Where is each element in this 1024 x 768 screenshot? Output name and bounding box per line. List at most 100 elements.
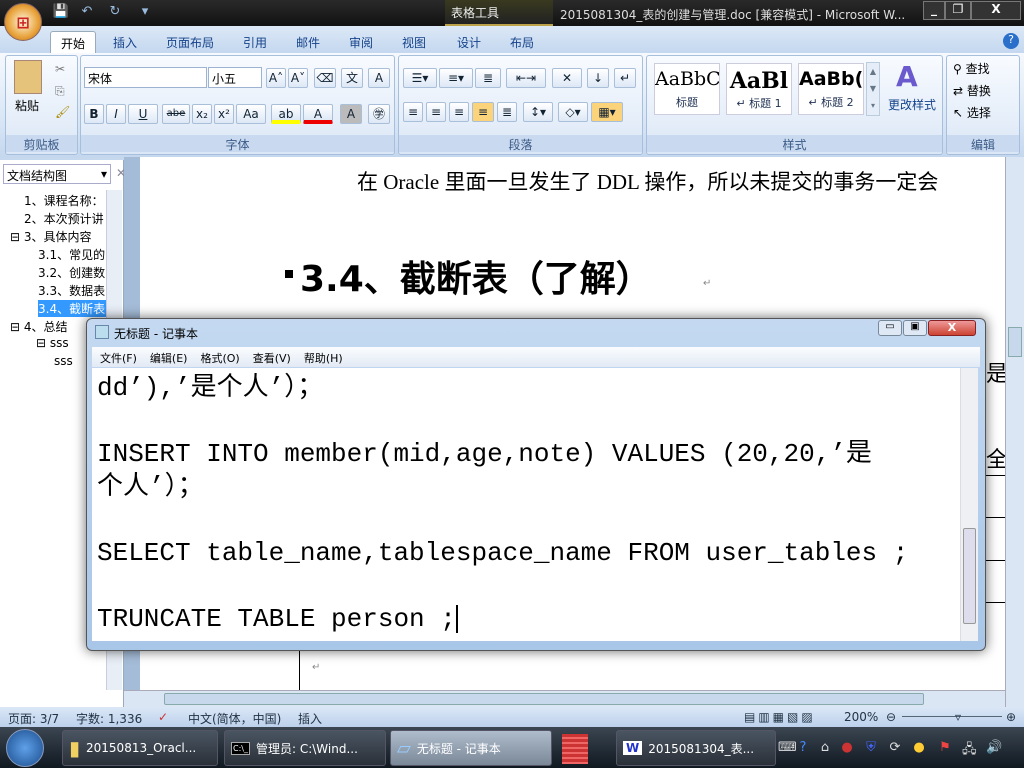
phonetic-guide-icon[interactable]: 文 [341,68,363,88]
taskbar-explorer[interactable]: ▮ 20150813_Oracl... [62,730,218,766]
taskbar-word[interactable]: W 2015081304_表... [616,730,776,766]
tab-mailings[interactable]: 邮件 [296,31,320,53]
distribute-icon[interactable]: ≣ [497,102,517,122]
highlight-icon[interactable]: ab [271,104,301,124]
style-title[interactable]: AaBbC 标题 [654,63,720,115]
zoom-level[interactable]: 200% [844,710,878,724]
shading-icon[interactable]: ◇▾ [558,102,588,122]
show-marks-icon[interactable]: ↵ [614,68,636,88]
notepad-text-area[interactable]: dd’),’是个人’）； INSERT INTO member(mid,age,n… [92,368,960,641]
volume-icon[interactable]: 🔊 [986,740,1002,756]
help-tray-icon[interactable]: ? [796,740,810,756]
char-border-icon[interactable]: A [368,68,390,88]
paste-button[interactable]: 粘贴 [15,97,39,114]
tab-home[interactable]: 开始 [50,31,97,53]
horizontal-scrollbar[interactable] [124,690,1005,707]
nav-item[interactable]: 3.4、截断表 [38,300,106,317]
insert-mode[interactable]: 插入 [298,710,322,727]
tab-review[interactable]: 审阅 [349,31,373,53]
strikethrough-button[interactable]: abe [162,104,190,124]
indent-icon[interactable]: ⇤⇥ [506,68,546,88]
zoom-out-icon[interactable]: ⊖ [886,710,896,724]
scroll-thumb[interactable] [963,528,976,624]
cut-icon[interactable]: ✂ [55,62,65,76]
start-button[interactable] [6,729,44,767]
document-map-select[interactable]: 文档结构图 ▾ [3,164,111,184]
styles-scroll[interactable]: ▲ ▼ ▾ [866,62,880,116]
menu-view[interactable]: 查看(V) [253,350,291,365]
bold-button[interactable]: B [84,104,104,124]
keyboard-icon[interactable]: ⌨ [778,740,797,756]
help-icon[interactable]: ? [1003,33,1019,49]
zoom-in-icon[interactable]: ⊕ [1006,710,1016,724]
tab-view[interactable]: 视图 [402,31,426,53]
style-heading-1[interactable]: AaBl ↵ 标题 1 [726,63,792,115]
redo-icon[interactable]: ↻ [106,4,124,22]
customize-toolbar-icon[interactable]: ▾ [136,4,154,22]
restore-button[interactable]: ❐ [945,1,971,20]
tab-insert[interactable]: 插入 [113,31,137,53]
notepad-minimize-button[interactable]: ▭ [878,320,902,336]
font-size-select[interactable]: 小五 [208,67,262,88]
proofing-icon[interactable]: ✓ [158,710,168,724]
borders-icon[interactable]: ▦▾ [591,102,623,122]
notepad-close-button[interactable]: X [928,320,976,336]
asian-layout-icon[interactable]: ✕ [552,68,582,88]
paste-icon[interactable] [14,60,42,94]
view-buttons[interactable]: ▤▥▦▧▨ [744,710,816,724]
page-count[interactable]: 页面: 3/7 [8,710,59,727]
security-icon[interactable]: ● [840,740,854,756]
shield-icon[interactable]: ⛨ [864,740,878,756]
notepad-scrollbar[interactable] [960,368,978,641]
subscript-button[interactable]: x₂ [192,104,212,124]
tab-layout[interactable]: 布局 [510,31,534,53]
zoom-slider[interactable] [902,716,1002,717]
clear-format-icon[interactable]: ⌫ [314,68,336,88]
minimize-button[interactable]: _ [923,1,945,20]
action-center-icon[interactable]: ⚑ [938,740,952,756]
close-button[interactable]: X [971,1,1021,20]
nav-item[interactable]: 1、课程名称： [24,192,106,209]
nav-item[interactable]: 2、本次预计讲 [24,210,106,227]
tab-references[interactable]: 引用 [243,31,267,53]
taskbar-app-icon[interactable] [562,734,588,764]
justify-icon[interactable]: ≡ [472,102,494,122]
zoom-slider-thumb[interactable]: ▿ [955,710,961,724]
align-right-icon[interactable]: ≡ [449,102,469,122]
italic-button[interactable]: I [106,104,126,124]
menu-edit[interactable]: 编辑(E) [150,350,188,365]
word-count[interactable]: 字数: 1,336 [76,710,142,727]
format-painter-icon[interactable]: 🖌 [55,105,70,119]
undo-icon[interactable]: ↶ [78,4,96,22]
nav-item[interactable]: 3.3、数据表 [38,282,106,299]
select-button[interactable]: ↖ 选择 [953,104,991,121]
save-icon[interactable]: 💾 [52,4,70,22]
nav-item[interactable]: ⊟ 3、具体内容 [10,228,106,245]
language-bar-icon[interactable]: ⌂ [818,740,832,756]
tab-design[interactable]: 设计 [457,31,481,53]
messenger-icon[interactable]: ● [912,740,926,756]
char-shading-button[interactable]: A [340,104,362,124]
scroll-thumb[interactable] [164,693,924,705]
sort-icon[interactable]: ↓ [587,68,609,88]
menu-help[interactable]: 帮助(H) [304,350,343,365]
language[interactable]: 中文(简体，中国) [188,710,281,727]
notepad-maximize-button[interactable]: ▣ [903,320,927,336]
change-styles-icon[interactable]: A [896,60,918,93]
font-name-select[interactable]: 宋体 [84,67,207,88]
copy-icon[interactable]: ⎘ [55,84,65,99]
superscript-button[interactable]: x² [214,104,234,124]
enclose-char-button[interactable]: ㊫ [368,104,390,124]
multilevel-list-icon[interactable]: ≣ [475,68,501,88]
find-button[interactable]: ⚲ 查找 [953,60,990,77]
font-color-icon[interactable]: A [303,104,333,124]
change-case-button[interactable]: Aa [236,104,266,124]
shrink-font-button[interactable]: A˅ [288,68,308,88]
taskbar-notepad[interactable]: ▱ 无标题 - 记事本 [390,730,552,766]
replace-button[interactable]: ⇄ 替换 [953,82,991,99]
change-styles-button[interactable]: 更改样式 [888,96,936,113]
menu-format[interactable]: 格式(O) [200,350,239,365]
menu-file[interactable]: 文件(F) [100,350,137,365]
network-icon[interactable]: 🖧 [962,740,977,757]
tab-page-layout[interactable]: 页面布局 [166,31,214,53]
